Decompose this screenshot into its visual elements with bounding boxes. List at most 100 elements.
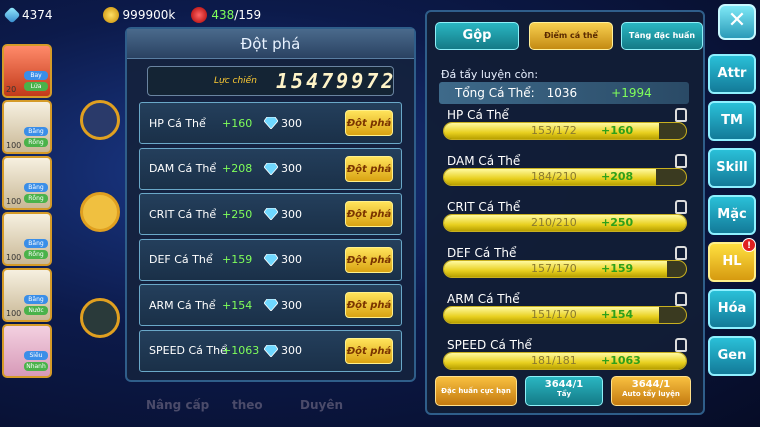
diamond-icon (264, 117, 278, 129)
side-tab-mac[interactable]: Mặc (708, 195, 756, 235)
hero-card[interactable]: 100 Băng Nước (2, 268, 52, 322)
gem-icon (3, 6, 21, 24)
stat-bonus: +160 (222, 116, 253, 130)
stat-name: DEF Cá Thể (447, 246, 517, 260)
breakthrough-panel: Đột phá Lực chiến 15479972 HP Cá Thể +16… (125, 27, 416, 382)
hero-type-tag: Băng (24, 295, 48, 304)
stat-bonus: +154 (222, 298, 253, 312)
pet-slot-icon[interactable] (80, 298, 120, 338)
panel-title: Đột phá (127, 29, 414, 59)
diamond-icon (264, 344, 278, 357)
hero-type-tag: Bay (24, 71, 48, 80)
gold-coin-icon (102, 7, 119, 23)
gem-counter: 4374 (3, 6, 53, 24)
hero-list: 20 Bay Lửa 100 Băng Rồng 100 Băng Rồng 100 Băng… (2, 44, 56, 380)
stat-name: HP Cá Thể (447, 108, 509, 122)
stat-label: SPEED Cá Thể (149, 344, 227, 357)
equipment-slot-icon[interactable] (80, 100, 120, 140)
breakthrough-button[interactable]: Đột phá (345, 110, 393, 136)
gem-value: 4374 (22, 8, 53, 22)
lock-icon[interactable] (675, 292, 687, 306)
hero-element-tag: Nước (24, 306, 48, 315)
bottom-nav-follow[interactable]: theo (232, 398, 263, 412)
lock-icon[interactable] (675, 108, 687, 122)
diamond-icon (264, 299, 278, 311)
bottom-nav-fate[interactable]: Duyên (300, 398, 343, 412)
stat-label: DEF Cá Thể (149, 253, 213, 266)
hero-card[interactable]: 100 Băng Rồng (2, 156, 52, 210)
breakthrough-row: DAM Cá Thể +208 300 Đột phá (139, 147, 402, 190)
alert-badge: ! (742, 238, 756, 252)
lock-icon[interactable] (675, 246, 687, 260)
stat-name: SPEED Cá Thể (447, 338, 532, 352)
breakthrough-button[interactable]: Đột phá (345, 155, 393, 182)
side-tab-attr[interactable]: Attr (708, 54, 756, 94)
stat-plus: +250 (601, 216, 634, 229)
hero-type-tag: Băng (24, 239, 48, 248)
breakthrough-row: CRIT Cá Thể +250 300 Đột phá (139, 193, 402, 235)
lock-icon[interactable] (675, 200, 687, 214)
stat-value: 210/210 (531, 216, 577, 229)
stat-plus: +159 (601, 262, 634, 275)
tab-special-training[interactable]: Tăng đặc huấn (621, 22, 703, 50)
stat-value: 151/170 (531, 308, 577, 321)
breakthrough-row: SPEED Cá Thể +1063 300 Đột phá (139, 329, 402, 372)
hero-element-tag: Nhanh (24, 362, 48, 371)
training-stat-row: DAM Cá Thể 184/210 +208 (439, 154, 695, 198)
diamond-icon (264, 253, 278, 266)
hero-level: 20 (6, 85, 17, 94)
stat-name: ARM Cá Thể (447, 292, 520, 306)
special-training-button[interactable]: Đặc huấn cực hạn (435, 376, 517, 406)
breakthrough-button[interactable]: Đột phá (345, 337, 393, 364)
side-tab-skill[interactable]: Skill (708, 148, 756, 188)
hero-level: 100 (6, 197, 22, 206)
stat-bonus: +208 (222, 162, 253, 175)
combat-power-box: Lực chiến 15479972 (147, 66, 394, 96)
stat-value: 153/172 (531, 124, 577, 137)
breakthrough-row: HP Cá Thể +160 300 Đột phá (139, 102, 402, 144)
tab-merge[interactable]: Gộp (435, 22, 519, 50)
lock-icon[interactable] (675, 154, 687, 168)
stat-bonus: +1063 (222, 344, 260, 357)
side-tab-hl[interactable]: HL! (708, 238, 756, 282)
total-individual-bar: Tổng Cá Thể: 1036 +1994 (439, 82, 689, 104)
stat-name: DAM Cá Thể (447, 154, 521, 168)
potion-icon (191, 7, 208, 23)
auto-wash-button[interactable]: 3644/1 Auto tẩy luyện (611, 376, 691, 406)
hero-card[interactable]: 20 Bay Lửa (2, 44, 52, 98)
diamond-cost: 300 (281, 253, 302, 266)
bag-icon[interactable] (80, 192, 120, 232)
diamond-cost: 300 (281, 116, 302, 130)
stat-bonus: +250 (222, 207, 253, 221)
breakthrough-row: DEF Cá Thể +159 300 Đột phá (139, 238, 402, 281)
training-stat-row: DEF Cá Thể 157/170 +159 (439, 246, 695, 290)
hero-card[interactable]: 100 Băng Rồng (2, 212, 52, 266)
side-tab-gen[interactable]: Gen (708, 336, 756, 376)
tab-individual-points[interactable]: Điểm cá thể (529, 22, 613, 50)
gold-value: 999900k (122, 8, 176, 22)
breakthrough-list: HP Cá Thể +160 300 Đột phá DAM Cá Thể +2… (139, 102, 402, 372)
close-button[interactable]: ✕ (718, 4, 756, 40)
side-tab-hoa[interactable]: Hóa (708, 289, 756, 329)
wash-button[interactable]: 3644/1 Tẩy (525, 376, 603, 406)
breakthrough-button[interactable]: Đột phá (345, 246, 393, 273)
hero-card[interactable]: 100 Băng Rồng (2, 100, 52, 154)
side-tab-tm[interactable]: TM (708, 101, 756, 141)
lock-icon[interactable] (675, 338, 687, 352)
diamond-icon (264, 162, 278, 175)
stat-plus: +208 (601, 170, 634, 183)
breakthrough-button[interactable]: Đột phá (345, 292, 393, 318)
training-stat-row: ARM Cá Thể 151/170 +154 (439, 292, 695, 336)
diamond-cost: 300 (281, 162, 302, 175)
diamond-cost: 300 (281, 207, 302, 221)
auto-wash-count: 3644/1 (631, 379, 671, 390)
bottom-nav-upgrade[interactable]: Nâng cấp (146, 398, 209, 412)
hero-card[interactable]: Siêu Nhanh (2, 324, 52, 378)
total-label: Tổng Cá Thể: (455, 86, 535, 100)
side-tab-list: Attr TM Skill Mặc HL! Hóa Gen (708, 54, 756, 383)
breakthrough-button[interactable]: Đột phá (345, 201, 393, 227)
stat-plus: +160 (601, 124, 634, 137)
total-bonus: +1994 (611, 86, 652, 100)
stat-label: DAM Cá Thể (149, 162, 217, 175)
combat-power-label: Lực chiến (214, 76, 257, 86)
